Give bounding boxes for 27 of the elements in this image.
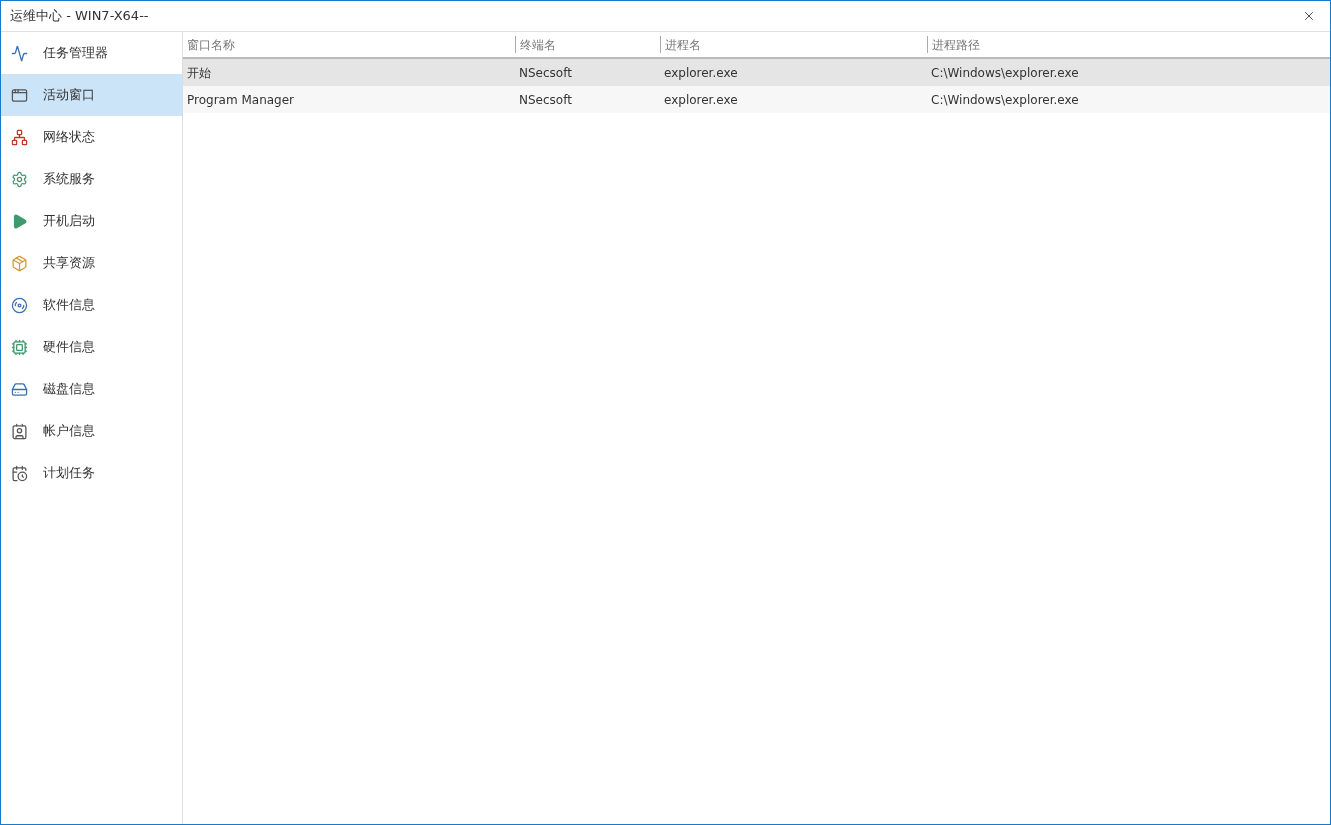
column-header[interactable]: 窗口名称 (183, 32, 515, 57)
sidebar-item[interactable]: 活动窗口 (1, 74, 182, 116)
table-cell-text: NSecsoft (518, 91, 573, 109)
table-cell-text: Program Manager (186, 91, 296, 109)
close-button[interactable] (1302, 9, 1316, 23)
window-icon (11, 86, 28, 104)
table-row[interactable]: Program Manager NSecsoft explorer.exe C:\Windows\explorer.exe (183, 86, 1330, 113)
hard-drive-icon (11, 380, 28, 398)
play-icon (11, 212, 28, 230)
calendar-clock-icon (11, 464, 28, 482)
column-header[interactable]: 进程名 (660, 36, 927, 53)
column-header[interactable]: 进程路径 (927, 36, 1330, 53)
table-cell-text: C:\Windows\explorer.exe (930, 91, 1080, 109)
window-title: 运维中心 - WIN7-X64-- (10, 7, 149, 26)
gear-icon (11, 170, 28, 188)
column-header[interactable]: 终端名 (515, 36, 660, 53)
network-icon (11, 128, 28, 146)
table-cell-text: explorer.exe (663, 64, 739, 82)
table-cell-text: explorer.exe (663, 91, 739, 109)
disc-icon (11, 296, 28, 314)
table-cell-text: 开始 (186, 64, 212, 82)
chip-icon (11, 338, 28, 356)
table-row[interactable]: 开始 NSecsoft explorer.exe C:\Windows\explorer.exe (183, 59, 1330, 86)
table-cell-text: NSecsoft (518, 64, 573, 82)
package-icon (11, 254, 28, 272)
contact-card-icon (11, 422, 28, 440)
table-cell-text: C:\Windows\explorer.exe (930, 64, 1080, 82)
